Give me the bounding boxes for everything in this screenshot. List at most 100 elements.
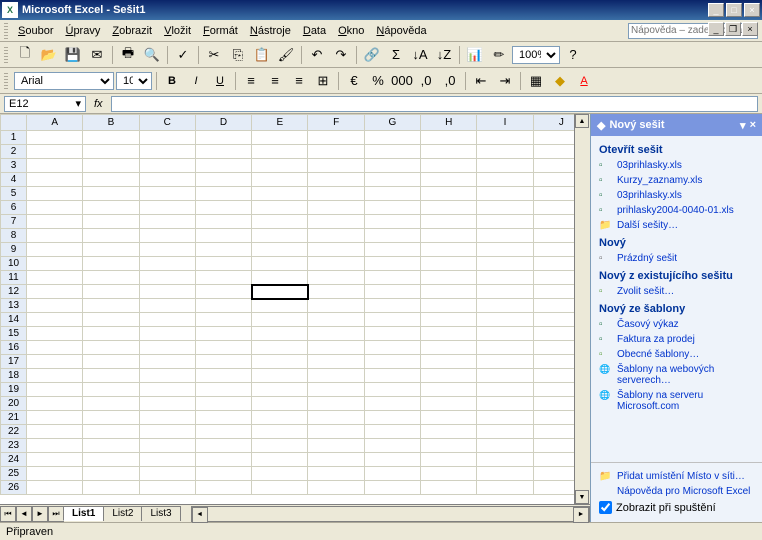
cell-F20[interactable] xyxy=(308,397,364,411)
cell-I26[interactable] xyxy=(477,481,533,495)
cell-C26[interactable] xyxy=(139,481,195,495)
cell-I13[interactable] xyxy=(477,299,533,313)
cell-E1[interactable] xyxy=(252,131,308,145)
cell-E22[interactable] xyxy=(252,425,308,439)
name-box[interactable]: E12▾ xyxy=(4,96,86,112)
cell-E24[interactable] xyxy=(252,453,308,467)
cell-E7[interactable] xyxy=(252,215,308,229)
merge-center-icon[interactable]: ⊞ xyxy=(312,70,334,92)
cell-G18[interactable] xyxy=(364,369,420,383)
cell-C9[interactable] xyxy=(139,243,195,257)
vertical-scrollbar[interactable]: ▲ ▼ xyxy=(574,114,590,504)
cell-C18[interactable] xyxy=(139,369,195,383)
row-header-24[interactable]: 24 xyxy=(1,453,27,467)
cell-G11[interactable] xyxy=(364,271,420,285)
cell-H15[interactable] xyxy=(421,327,477,341)
tab-nav-next-icon[interactable]: ► xyxy=(32,506,48,522)
cell-B26[interactable] xyxy=(83,481,139,495)
sort-desc-icon[interactable]: ↓Z xyxy=(433,44,455,66)
column-header-C[interactable]: C xyxy=(139,115,195,131)
row-header-2[interactable]: 2 xyxy=(1,145,27,159)
fx-icon[interactable]: fx xyxy=(90,98,107,110)
font-combo[interactable]: Arial xyxy=(14,72,114,90)
cell-B21[interactable] xyxy=(83,411,139,425)
cell-G22[interactable] xyxy=(364,425,420,439)
help-icon[interactable]: ? xyxy=(562,44,584,66)
cell-E12[interactable] xyxy=(252,285,308,299)
cell-B12[interactable] xyxy=(83,285,139,299)
cell-I5[interactable] xyxy=(477,187,533,201)
tab-nav-first-icon[interactable]: ⏮ xyxy=(0,506,16,522)
cell-E16[interactable] xyxy=(252,341,308,355)
cell-F9[interactable] xyxy=(308,243,364,257)
doc-close-button[interactable]: × xyxy=(742,22,758,36)
cell-F22[interactable] xyxy=(308,425,364,439)
cell-D18[interactable] xyxy=(195,369,251,383)
print-preview-icon[interactable]: 🔍 xyxy=(141,44,163,66)
cell-B5[interactable] xyxy=(83,187,139,201)
row-header-5[interactable]: 5 xyxy=(1,187,27,201)
cell-C22[interactable] xyxy=(139,425,195,439)
more-workbooks-link[interactable]: Další sešity… xyxy=(599,218,754,233)
cell-G16[interactable] xyxy=(364,341,420,355)
cell-A19[interactable] xyxy=(27,383,83,397)
cell-E4[interactable] xyxy=(252,173,308,187)
cell-F3[interactable] xyxy=(308,159,364,173)
copy-icon[interactable]: ⎘ xyxy=(227,44,249,66)
chart-icon[interactable]: 📊 xyxy=(464,44,486,66)
cell-F19[interactable] xyxy=(308,383,364,397)
cell-D5[interactable] xyxy=(195,187,251,201)
cell-D8[interactable] xyxy=(195,229,251,243)
cell-E9[interactable] xyxy=(252,243,308,257)
cell-A4[interactable] xyxy=(27,173,83,187)
cell-E18[interactable] xyxy=(252,369,308,383)
cut-icon[interactable]: ✂ xyxy=(203,44,225,66)
cell-C2[interactable] xyxy=(139,145,195,159)
cell-D20[interactable] xyxy=(195,397,251,411)
cell-C12[interactable] xyxy=(139,285,195,299)
cell-G5[interactable] xyxy=(364,187,420,201)
cell-A10[interactable] xyxy=(27,257,83,271)
cell-G15[interactable] xyxy=(364,327,420,341)
cell-H19[interactable] xyxy=(421,383,477,397)
cell-E14[interactable] xyxy=(252,313,308,327)
cell-H2[interactable] xyxy=(421,145,477,159)
cell-F16[interactable] xyxy=(308,341,364,355)
cell-G26[interactable] xyxy=(364,481,420,495)
recent-file-link[interactable]: prihlasky2004-0040-01.xls xyxy=(599,203,754,218)
align-right-icon[interactable]: ≡ xyxy=(288,70,310,92)
cell-A6[interactable] xyxy=(27,201,83,215)
cell-F8[interactable] xyxy=(308,229,364,243)
print-icon[interactable]: 🖶 xyxy=(117,44,139,66)
cell-D26[interactable] xyxy=(195,481,251,495)
paste-icon[interactable]: 📋 xyxy=(251,44,273,66)
cell-I1[interactable] xyxy=(477,131,533,145)
cell-B11[interactable] xyxy=(83,271,139,285)
cell-F2[interactable] xyxy=(308,145,364,159)
cell-B17[interactable] xyxy=(83,355,139,369)
row-header-13[interactable]: 13 xyxy=(1,299,27,313)
cell-C10[interactable] xyxy=(139,257,195,271)
cell-H26[interactable] xyxy=(421,481,477,495)
cell-I2[interactable] xyxy=(477,145,533,159)
cell-F1[interactable] xyxy=(308,131,364,145)
horizontal-scrollbar[interactable] xyxy=(191,506,590,522)
cell-A21[interactable] xyxy=(27,411,83,425)
redo-icon[interactable]: ↷ xyxy=(330,44,352,66)
cell-D10[interactable] xyxy=(195,257,251,271)
tab-nav-prev-icon[interactable]: ◄ xyxy=(16,506,32,522)
cell-B13[interactable] xyxy=(83,299,139,313)
undo-icon[interactable]: ↶ xyxy=(306,44,328,66)
percent-icon[interactable]: % xyxy=(367,70,389,92)
decrease-decimal-icon[interactable]: ,0 xyxy=(439,70,461,92)
cell-H21[interactable] xyxy=(421,411,477,425)
cell-D11[interactable] xyxy=(195,271,251,285)
cell-F23[interactable] xyxy=(308,439,364,453)
increase-decimal-icon[interactable]: ,0 xyxy=(415,70,437,92)
menu-formát[interactable]: Formát xyxy=(197,23,244,39)
maximize-button[interactable]: □ xyxy=(726,3,742,17)
increase-indent-icon[interactable]: ⇥ xyxy=(494,70,516,92)
cell-A5[interactable] xyxy=(27,187,83,201)
cell-H13[interactable] xyxy=(421,299,477,313)
toolbar-handle[interactable] xyxy=(4,47,8,63)
